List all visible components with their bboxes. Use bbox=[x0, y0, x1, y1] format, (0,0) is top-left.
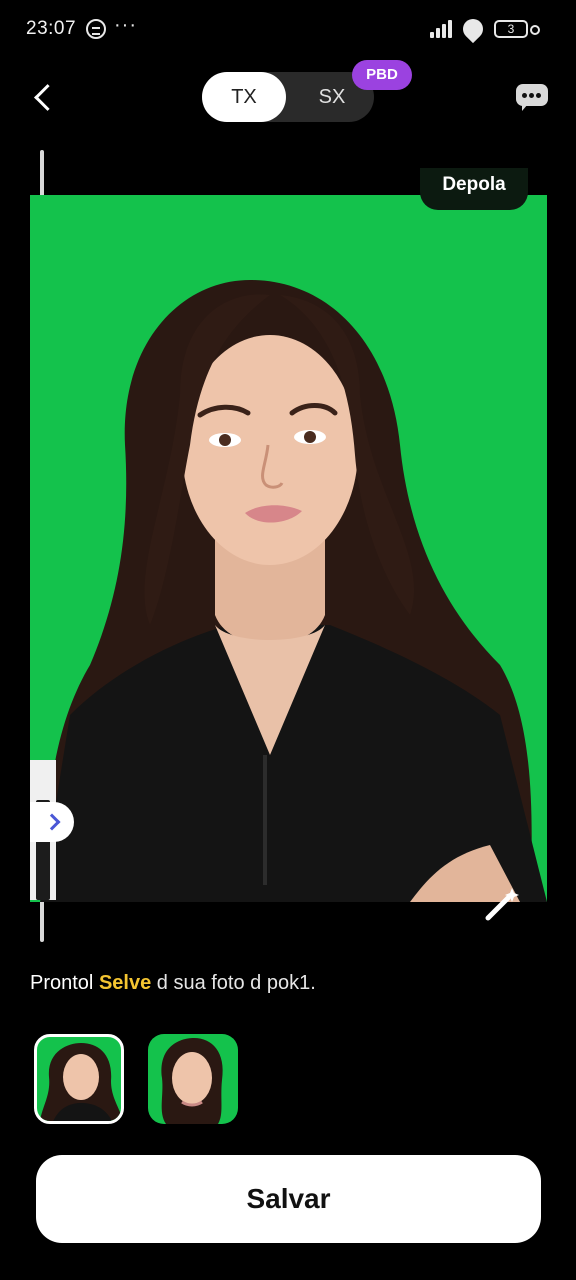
notification-icon bbox=[86, 19, 106, 39]
back-button[interactable] bbox=[26, 78, 62, 118]
wifi-icon bbox=[458, 14, 488, 44]
message-rest: d sua fo‌to d pok1. bbox=[151, 972, 316, 994]
feedback-button[interactable] bbox=[514, 82, 550, 112]
message-highlight: Selve bbox=[98, 972, 152, 994]
pro-badge: PBD bbox=[352, 60, 412, 90]
status-bar: 23:07 ··· 3 bbox=[0, 0, 576, 56]
result-photo bbox=[30, 195, 547, 902]
tab-tx[interactable]: TX bbox=[202, 72, 286, 122]
status-message: Prontol Selve d sua fo‌to d pok1. bbox=[30, 972, 316, 995]
thumbnail-image-2 bbox=[161, 1038, 223, 1124]
thumbnail-option-2[interactable] bbox=[148, 1034, 238, 1124]
magic-wand-icon[interactable] bbox=[482, 884, 522, 924]
message-lead: Prontol bbox=[30, 972, 99, 994]
battery-icon: 3 bbox=[494, 20, 528, 38]
more-notifications-icon: ··· bbox=[114, 14, 137, 36]
thumbnail-option-1[interactable] bbox=[34, 1034, 124, 1124]
status-time: 23:07 bbox=[26, 18, 77, 39]
thumbnail-image-1 bbox=[39, 1043, 121, 1121]
save-button[interactable]: Salvar bbox=[36, 1155, 541, 1243]
signal-icon bbox=[430, 20, 454, 38]
compare-slider-handle[interactable] bbox=[30, 802, 74, 842]
after-label: Depola bbox=[420, 168, 528, 210]
charging-indicator-icon bbox=[530, 25, 540, 35]
portrait-image bbox=[40, 280, 547, 902]
mode-toggle: TX SX bbox=[202, 72, 374, 122]
chat-icon bbox=[516, 84, 548, 111]
